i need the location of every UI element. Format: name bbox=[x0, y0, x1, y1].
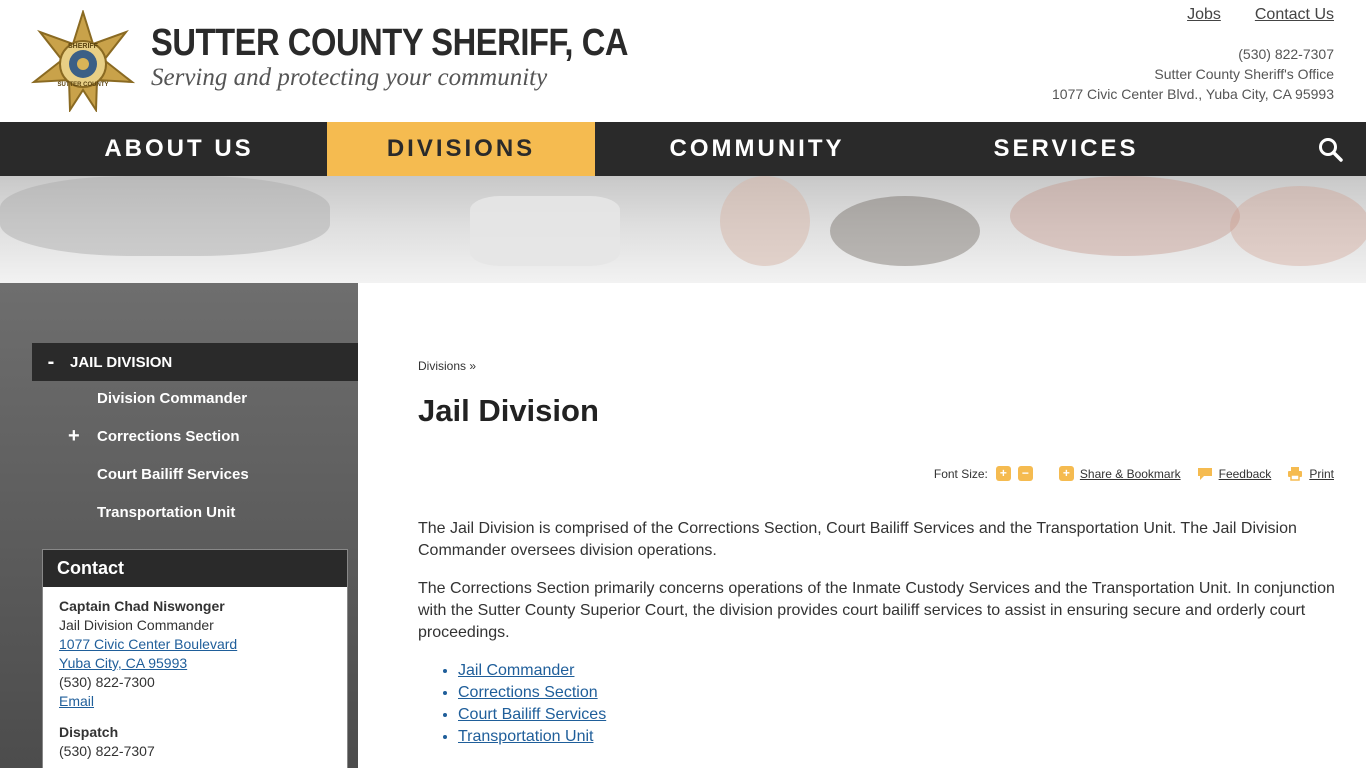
division-links-list: Jail Commander Corrections Section Court… bbox=[458, 660, 1338, 748]
contact-name: Captain Chad Niswonger bbox=[59, 598, 225, 614]
list-item: Court Bailiff Services bbox=[458, 704, 1338, 726]
jail-commander-link[interactable]: Jail Commander bbox=[458, 662, 574, 679]
list-item: Corrections Section bbox=[458, 682, 1338, 704]
jobs-link[interactable]: Jobs bbox=[1187, 6, 1221, 24]
main-content: The Jail Division is comprised of the Co… bbox=[418, 518, 1338, 748]
contact-phone: (530) 822-7300 bbox=[59, 674, 155, 690]
corrections-section-link[interactable]: Corrections Section bbox=[458, 684, 598, 701]
sidebar-item-transportation-unit[interactable]: Transportation Unit bbox=[97, 504, 235, 521]
site-header: SHERIFF SUTTER COUNTY SUTTER COUNTY SHER… bbox=[0, 0, 1366, 122]
page-tools: Font Size: + − + Share & Bookmark Feedba… bbox=[934, 466, 1334, 481]
list-item: Transportation Unit bbox=[458, 726, 1338, 748]
hero-banner-image bbox=[0, 176, 1366, 283]
badge-bottom-text: SUTTER COUNTY bbox=[58, 82, 109, 88]
transportation-unit-link[interactable]: Transportation Unit bbox=[458, 728, 593, 745]
dispatch-phone: (530) 822-7307 bbox=[59, 743, 155, 759]
sidebar-item-court-bailiff-services[interactable]: Court Bailiff Services bbox=[97, 466, 249, 483]
nav-community[interactable]: COMMUNITY bbox=[595, 122, 919, 176]
sidebar-item-jail-division[interactable]: - JAIL DIVISION bbox=[32, 343, 358, 381]
contact-address-line1-link[interactable]: 1077 Civic Center Boulevard bbox=[59, 636, 237, 652]
sidebar-item-label: JAIL DIVISION bbox=[70, 353, 173, 371]
header-office: Sutter County Sheriff's Office bbox=[1154, 66, 1334, 82]
contact-address-line2-link[interactable]: Yuba City, CA 95993 bbox=[59, 655, 187, 671]
print-link[interactable]: Print bbox=[1309, 467, 1334, 481]
header-contact-info: (530) 822-7307 Sutter County Sheriff's O… bbox=[1052, 44, 1334, 104]
font-size-label: Font Size: bbox=[933, 466, 988, 481]
search-icon[interactable] bbox=[1318, 137, 1344, 163]
feedback-icon[interactable] bbox=[1197, 467, 1213, 481]
court-bailiff-services-link[interactable]: Court Bailiff Services bbox=[458, 706, 606, 723]
sidebar-item-division-commander[interactable]: Division Commander bbox=[97, 390, 247, 407]
feedback-link[interactable]: Feedback bbox=[1219, 467, 1272, 481]
nav-about-us[interactable]: ABOUT US bbox=[0, 122, 358, 176]
breadcrumb-divisions-link[interactable]: Divisions » bbox=[418, 359, 476, 373]
contact-box: Contact Captain Chad Niswonger Jail Divi… bbox=[42, 549, 348, 768]
contact-heading: Contact bbox=[43, 550, 347, 587]
intro-paragraph: The Jail Division is comprised of the Co… bbox=[418, 520, 1297, 559]
main-navigation: ABOUT US DIVISIONS COMMUNITY SERVICES bbox=[0, 122, 1366, 176]
page-title: Jail Division bbox=[418, 393, 599, 428]
badge-top-text: SHERIFF bbox=[68, 43, 99, 50]
corrections-paragraph: The Corrections Section primarily concer… bbox=[418, 580, 1335, 641]
contact-role: Jail Division Commander bbox=[59, 617, 214, 633]
sidebar: - JAIL DIVISION Division Commander + Cor… bbox=[0, 283, 358, 768]
nav-services[interactable]: SERVICES bbox=[919, 122, 1213, 176]
contact-us-link[interactable]: Contact Us bbox=[1255, 6, 1334, 24]
nav-divisions[interactable]: DIVISIONS bbox=[327, 122, 595, 176]
breadcrumb: Divisions » bbox=[418, 359, 476, 373]
sidebar-item-corrections-section[interactable]: Corrections Section bbox=[97, 428, 240, 445]
utility-links: Jobs Contact Us bbox=[1187, 6, 1334, 24]
contact-body: Captain Chad Niswonger Jail Division Com… bbox=[43, 587, 347, 768]
decrease-font-icon[interactable]: − bbox=[1017, 466, 1033, 481]
contact-email-link[interactable]: Email bbox=[59, 693, 94, 709]
sheriff-badge-logo[interactable]: SHERIFF SUTTER COUNTY bbox=[30, 10, 136, 112]
collapse-toggle[interactable]: - bbox=[32, 351, 70, 374]
expand-toggle[interactable]: + bbox=[68, 425, 80, 448]
increase-font-icon[interactable]: + bbox=[995, 466, 1011, 481]
list-item: Jail Commander bbox=[458, 660, 1338, 682]
print-icon[interactable] bbox=[1287, 466, 1303, 481]
share-bookmark-link[interactable]: Share & Bookmark bbox=[1080, 467, 1181, 481]
dispatch-heading: Dispatch bbox=[59, 724, 119, 740]
header-address: 1077 Civic Center Blvd., Yuba City, CA 9… bbox=[1052, 86, 1334, 102]
header-phone: (530) 822-7307 bbox=[1238, 46, 1334, 62]
share-icon[interactable]: + bbox=[1058, 466, 1074, 481]
site-tagline: Serving and protecting your community bbox=[151, 64, 548, 91]
site-title[interactable]: SUTTER COUNTY SHERIFF, CA bbox=[151, 22, 628, 65]
